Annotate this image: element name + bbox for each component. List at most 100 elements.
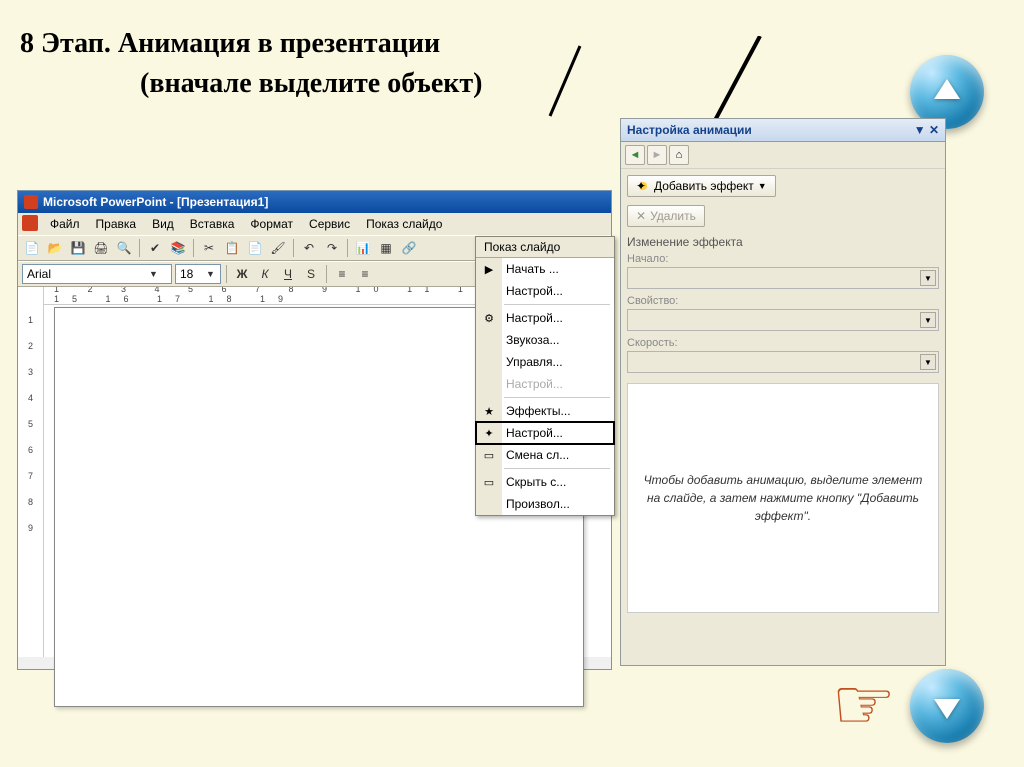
italic-button[interactable]: К: [255, 264, 275, 284]
field-property: Свойство: ▼: [627, 295, 939, 331]
chevron-down-icon[interactable]: ▼: [920, 354, 936, 370]
separator: [347, 239, 348, 257]
window-title: Microsoft PowerPoint - [Презентация1]: [43, 195, 268, 209]
slide-subtitle: (вначале выделите объект): [140, 68, 483, 100]
combo-property[interactable]: ▼: [627, 309, 939, 331]
play-icon: ▶: [481, 261, 497, 277]
cut-icon[interactable]: ✂: [199, 238, 219, 258]
pane-menu-icon[interactable]: ▼ ✕: [914, 123, 939, 137]
research-icon[interactable]: 📚: [168, 238, 188, 258]
slideshow-dropdown: Показ слайдо ▶Начать ... Настрой... ⚙Нас…: [475, 236, 615, 516]
hint-text: Чтобы добавить анимацию, выделите элемен…: [627, 383, 939, 613]
gear-icon: ⚙: [481, 310, 497, 326]
redo-icon[interactable]: ↷: [322, 238, 342, 258]
open-icon[interactable]: 📂: [45, 238, 65, 258]
pane-body: ✦ Добавить эффект ▼ ✕ Удалить Изменение …: [621, 169, 945, 619]
nav-down-button[interactable]: [910, 669, 984, 743]
font-size-combo[interactable]: ▼: [175, 264, 221, 284]
menu-separator: [504, 468, 610, 469]
preview-icon[interactable]: 🔍: [114, 238, 134, 258]
dropdown-header: Показ слайдо: [476, 237, 614, 258]
menu-separator: [504, 304, 610, 305]
menu-item-rehearse[interactable]: ⚙Настрой...: [476, 307, 614, 329]
bold-button[interactable]: Ж: [232, 264, 252, 284]
font-name-input[interactable]: [27, 267, 147, 281]
menubar: Файл Правка Вид Вставка Формат Сервис По…: [18, 213, 611, 235]
menu-item-custom[interactable]: Произвол...: [476, 493, 614, 515]
new-icon[interactable]: 📄: [22, 238, 42, 258]
menu-item-disabled: Настрой...: [476, 373, 614, 395]
menu-file[interactable]: Файл: [44, 215, 86, 233]
undo-icon[interactable]: ↶: [299, 238, 319, 258]
menu-format[interactable]: Формат: [244, 215, 299, 233]
separator: [139, 239, 140, 257]
delete-button: ✕ Удалить: [627, 205, 705, 227]
app-icon: [24, 195, 38, 209]
save-icon[interactable]: 💾: [68, 238, 88, 258]
hand-pointer-icon: ☞: [831, 662, 896, 747]
menu-item-custom-animation[interactable]: ✦Настрой...: [476, 422, 614, 444]
back-icon[interactable]: ◄: [625, 145, 645, 165]
slide-title: 8 Этап. Анимация в презентации: [20, 28, 440, 60]
star-icon: ★: [481, 403, 497, 419]
label-start: Начало:: [627, 253, 939, 265]
chevron-down-icon: ▼: [149, 269, 158, 279]
menu-item-effects[interactable]: ★Эффекты...: [476, 400, 614, 422]
format-painter-icon[interactable]: 🖌: [268, 238, 288, 258]
font-size-input[interactable]: [180, 267, 204, 281]
section-label: Изменение эффекта: [627, 235, 939, 249]
doc-icon: [22, 215, 38, 231]
window-titlebar[interactable]: Microsoft PowerPoint - [Презентация1]: [18, 191, 611, 213]
animation-pane: Настройка анимации ▼ ✕ ◄ ► ⌂ ✦ Добавить …: [620, 118, 946, 666]
print-icon[interactable]: 🖨: [91, 238, 111, 258]
pane-title: Настройка анимации: [627, 123, 752, 137]
menu-item-record[interactable]: Звукоза...: [476, 329, 614, 351]
ruler-vertical[interactable]: 1 2 3 4 5 6 7 8 9: [18, 287, 44, 657]
star-icon: ✦: [636, 179, 650, 193]
separator: [193, 239, 194, 257]
font-name-combo[interactable]: ▼: [22, 264, 172, 284]
combo-speed[interactable]: ▼: [627, 351, 939, 373]
field-start: Начало: ▼: [627, 253, 939, 289]
chevron-down-icon[interactable]: ▼: [920, 270, 936, 286]
menu-edit[interactable]: Правка: [90, 215, 143, 233]
separator: [293, 239, 294, 257]
slide-icon: ▭: [481, 447, 497, 463]
align-center-icon[interactable]: ≡: [355, 264, 375, 284]
menu-view[interactable]: Вид: [146, 215, 180, 233]
menu-item-setup[interactable]: Настрой...: [476, 280, 614, 302]
label-property: Свойство:: [627, 295, 939, 307]
chart-icon[interactable]: 📊: [353, 238, 373, 258]
chevron-down-icon: ▼: [206, 269, 215, 279]
menu-item-start[interactable]: ▶Начать ...: [476, 258, 614, 280]
menu-insert[interactable]: Вставка: [184, 215, 241, 233]
menu-item-transition[interactable]: ▭Смена сл...: [476, 444, 614, 466]
label-speed: Скорость:: [627, 337, 939, 349]
paste-icon[interactable]: 📄: [245, 238, 265, 258]
combo-start[interactable]: ▼: [627, 267, 939, 289]
menu-tools[interactable]: Сервис: [303, 215, 356, 233]
field-speed: Скорость: ▼: [627, 337, 939, 373]
copy-icon[interactable]: 📋: [222, 238, 242, 258]
forward-icon[interactable]: ►: [647, 145, 667, 165]
menu-item-hide[interactable]: ▭Скрыть с...: [476, 471, 614, 493]
pane-header[interactable]: Настройка анимации ▼ ✕: [621, 119, 945, 142]
table-icon[interactable]: ▦: [376, 238, 396, 258]
chevron-down-icon: ▼: [758, 181, 767, 191]
spell-icon[interactable]: ✔: [145, 238, 165, 258]
hide-icon: ▭: [481, 474, 497, 490]
separator: [326, 265, 327, 283]
shadow-button[interactable]: S: [301, 264, 321, 284]
home-icon[interactable]: ⌂: [669, 145, 689, 165]
underline-button[interactable]: Ч: [278, 264, 298, 284]
chevron-down-icon[interactable]: ▼: [920, 312, 936, 328]
align-left-icon[interactable]: ≡: [332, 264, 352, 284]
separator: [226, 265, 227, 283]
add-effect-button[interactable]: ✦ Добавить эффект ▼: [627, 175, 776, 197]
menu-item-action[interactable]: Управля...: [476, 351, 614, 373]
menu-separator: [504, 397, 610, 398]
hyperlink-icon[interactable]: 🔗: [399, 238, 419, 258]
menu-slideshow[interactable]: Показ слайдо: [360, 215, 448, 233]
sparkle-icon: ✦: [481, 425, 497, 441]
delete-icon: ✕: [636, 209, 646, 223]
